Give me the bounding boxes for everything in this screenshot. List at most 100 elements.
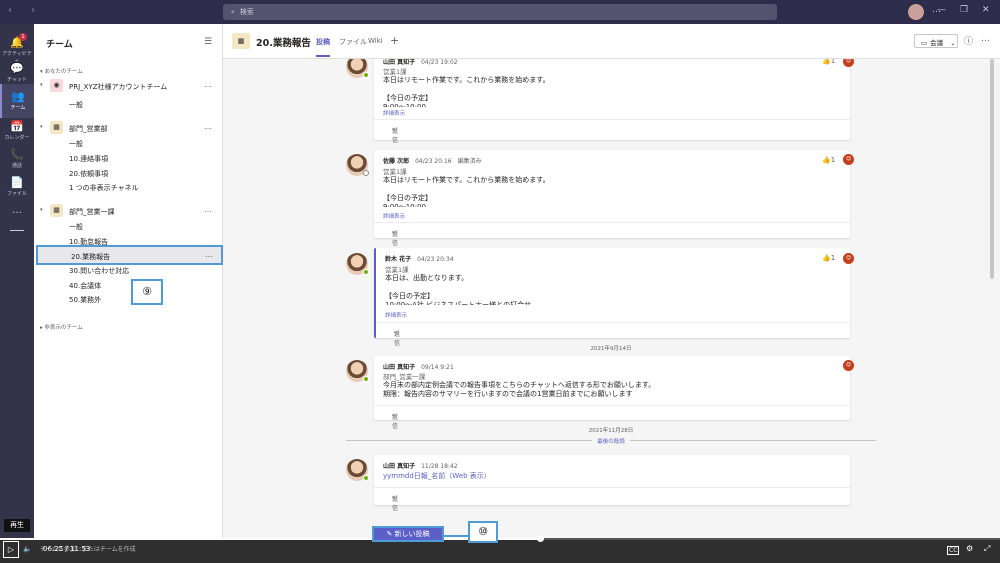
info-icon[interactable]: ⓘ bbox=[964, 34, 973, 47]
reply-button[interactable]: ↩ 返信 bbox=[374, 487, 850, 512]
channel-item[interactable]: 一般 bbox=[69, 139, 83, 149]
add-tab-button[interactable]: + bbox=[390, 34, 399, 47]
post-feed: 山田 真知子 04/23 19:02 営業1課 本日はリモート作業です。これから業… bbox=[223, 59, 1000, 539]
presence-icon bbox=[363, 170, 369, 176]
more-icon[interactable]: … bbox=[204, 80, 212, 89]
team-logo-icon: ◉ bbox=[50, 79, 63, 92]
user-avatar[interactable] bbox=[908, 4, 924, 20]
like-reaction[interactable]: 👍1 bbox=[822, 156, 835, 164]
post-author: 山田 真知子 09/14 9:21 bbox=[383, 364, 454, 371]
video-control-bar bbox=[0, 539, 1000, 563]
reaction-icon[interactable]: 😊 bbox=[843, 253, 854, 264]
team-row[interactable]: ▾ ◉ PRJ_XYZ社様アカウントチーム … bbox=[34, 79, 223, 93]
reply-button[interactable]: ↩ 返信 bbox=[376, 322, 850, 347]
channel-item[interactable]: 30.問い合わせ対応 bbox=[69, 266, 129, 276]
see-more-link[interactable]: 詳細表示 bbox=[383, 212, 405, 220]
file-icon: 📄 bbox=[10, 176, 24, 189]
chat-icon: 💬 bbox=[10, 62, 24, 75]
more-icon[interactable]: … bbox=[204, 205, 212, 214]
post-line: 10:00～A社 ビジネスパートナー様との打合せ bbox=[385, 301, 532, 305]
search-input[interactable]: ⌕ 検索 bbox=[223, 4, 777, 20]
channel-item[interactable]: 一般 bbox=[69, 100, 83, 110]
volume-icon[interactable]: 🔈 bbox=[23, 545, 32, 553]
team-row[interactable]: ▾ ▦ 部門_営業一課 … bbox=[34, 204, 223, 218]
presence-icon bbox=[363, 269, 369, 275]
rail-label: チーム bbox=[10, 105, 26, 111]
thumbs-up-icon: 👍 bbox=[822, 59, 831, 65]
post: 鈴木 花子 04/23 20:34 営業1課 本日は、出勤となります。 【今日の予… bbox=[374, 248, 850, 347]
callout-9: ⑨ bbox=[131, 279, 163, 305]
post-line: 9:00～10:00 bbox=[383, 103, 426, 107]
more-icon[interactable]: … bbox=[205, 250, 213, 259]
like-reaction[interactable]: 👍1 bbox=[822, 59, 835, 65]
filter-icon[interactable]: ☰ bbox=[204, 37, 212, 47]
reply-button[interactable]: ↩ 返信 bbox=[374, 119, 850, 144]
channel-item[interactable]: 10.連絡事項 bbox=[69, 154, 108, 164]
avatar bbox=[346, 253, 369, 275]
post-author: 鈴木 花子 04/23 20:34 bbox=[385, 256, 454, 263]
post-line: 本日はリモート作業です。これから業務を始めます。 bbox=[383, 76, 550, 84]
channel-item[interactable]: 50.業務外 bbox=[69, 295, 101, 305]
replay-label[interactable]: 再生 bbox=[4, 519, 30, 532]
channel-label: 20.業務報告 bbox=[71, 253, 111, 261]
rail-files[interactable]: 📄 ファイル bbox=[0, 170, 34, 204]
progress-knob[interactable] bbox=[537, 535, 544, 542]
see-more-link[interactable]: 詳細表示 bbox=[383, 109, 405, 117]
more-icon[interactable]: … bbox=[981, 34, 990, 44]
settings-icon[interactable]: ⚙ bbox=[966, 544, 973, 553]
post-line: 本日はリモート作業です。これから業務を始めます。 bbox=[383, 176, 550, 184]
reaction-icon[interactable]: 😊 bbox=[843, 59, 854, 67]
reply-button[interactable]: ↩ 返信 bbox=[374, 405, 850, 430]
post-line: 9:00～10:00 bbox=[383, 203, 426, 207]
bell-icon: 🔔 bbox=[10, 36, 24, 49]
chevron-down-icon: ▾ bbox=[40, 124, 43, 130]
tab-wiki[interactable]: Wiki bbox=[368, 37, 383, 45]
captions-icon[interactable]: CC bbox=[947, 546, 960, 555]
scrollbar[interactable] bbox=[990, 59, 994, 279]
avatar bbox=[346, 154, 369, 176]
reaction-icon[interactable]: 😊 bbox=[843, 154, 854, 165]
rail-divider bbox=[10, 230, 24, 231]
hidden-channels-link[interactable]: 1 つの非表示チャネル bbox=[69, 183, 139, 193]
reply-button[interactable]: ↩ 返信 bbox=[374, 222, 850, 247]
team-name: PRJ_XYZ社様アカウントチーム bbox=[69, 83, 168, 91]
fullscreen-icon[interactable]: ⤢ bbox=[984, 544, 990, 554]
hidden-teams-toggle[interactable]: ▸ 非表示のチーム bbox=[40, 323, 83, 331]
meet-button[interactable]: ▭ 会議 ⌄ bbox=[914, 34, 958, 48]
channel-header: ▦ 20.業務報告 投稿 ファイル Wiki + ▭ 会議 ⌄ ⓘ … bbox=[223, 24, 1000, 59]
close-icon[interactable]: ✕ bbox=[982, 5, 990, 15]
reaction-icon[interactable]: 😊 bbox=[843, 360, 854, 371]
title-bar: ‹ › ⌕ 検索 … — ❐ ✕ bbox=[0, 0, 1000, 24]
team-logo-icon: ▦ bbox=[50, 121, 63, 134]
teams-icon: 👥 bbox=[11, 90, 25, 103]
thumbs-up-icon: 👍 bbox=[822, 156, 831, 164]
minimize-icon[interactable]: — bbox=[937, 5, 946, 15]
team-row[interactable]: ▾ ▦ 部門_営業部 … bbox=[34, 121, 223, 135]
team-logo-icon: ▦ bbox=[50, 204, 63, 217]
more-apps-icon[interactable]: … bbox=[0, 205, 34, 216]
more-icon[interactable]: … bbox=[204, 122, 212, 131]
play-button[interactable]: ▷ bbox=[3, 541, 19, 558]
channel-item[interactable]: 40.会議体 bbox=[69, 281, 101, 291]
team-name: 部門_営業部 bbox=[69, 125, 108, 133]
avatar bbox=[346, 360, 369, 382]
restore-icon[interactable]: ❐ bbox=[960, 5, 968, 15]
channel-item[interactable]: 一般 bbox=[69, 222, 83, 232]
channel-item[interactable]: 20.依頼事項 bbox=[69, 169, 108, 179]
tab-files[interactable]: ファイル bbox=[339, 37, 367, 47]
like-reaction[interactable]: 👍1 bbox=[822, 254, 835, 262]
rail-label: チャット bbox=[7, 77, 27, 83]
callout-connector bbox=[444, 535, 470, 537]
post-line: 本日は、出勤となります。 bbox=[385, 274, 469, 282]
post-line[interactable]: yymmdd日報_名前（Web 表示） bbox=[383, 471, 491, 481]
post-author: 山田 真知子 04/23 19:02 bbox=[383, 59, 458, 66]
video-progress[interactable] bbox=[0, 535, 1000, 542]
rail-teams[interactable]: 👥 チーム bbox=[0, 84, 34, 118]
new-post-button[interactable]: ✎ 新しい投稿 bbox=[372, 526, 444, 542]
see-more-link[interactable]: 詳細表示 bbox=[385, 311, 407, 319]
nav-arrows-icon[interactable]: ‹ › bbox=[8, 5, 43, 16]
post: 山田 真知子 09/14 9:21 部門_営業一課 今月末の部内定例会議での報告事… bbox=[374, 356, 850, 430]
post-line: 期限：報告内容のサマリーを行いますので会議の1営業日前までにお願いします bbox=[383, 390, 633, 398]
tab-posts[interactable]: 投稿 bbox=[316, 37, 330, 47]
channel-item-selected[interactable]: 20.業務報告 … bbox=[36, 245, 223, 265]
